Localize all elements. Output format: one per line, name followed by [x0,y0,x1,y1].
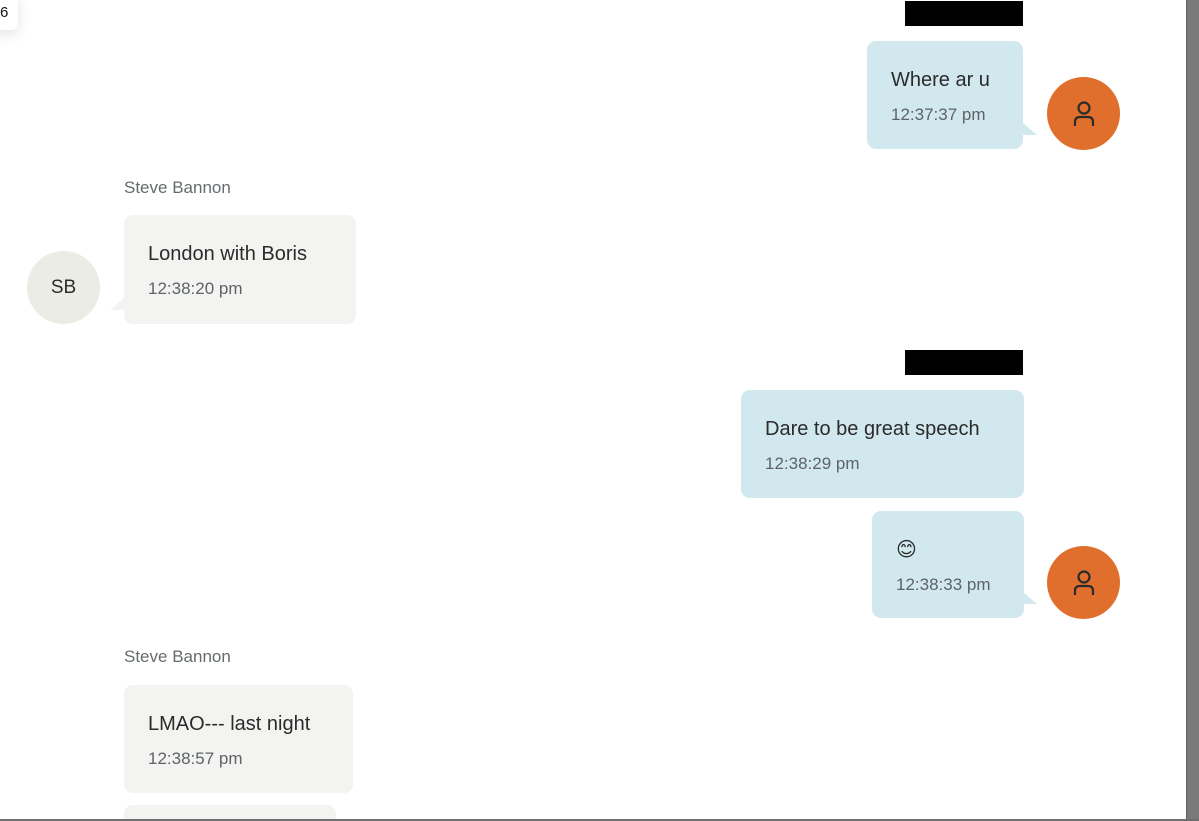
bubble-tail [1023,123,1037,135]
message-text: Dare to be great speech [765,418,980,440]
sender-name: Steve Bannon [124,647,231,666]
sender-name: Steve Bannon [124,178,231,197]
message-time: 12:37:37 pm [891,105,986,124]
my-avatar[interactable] [1047,77,1120,150]
my-avatar[interactable] [1047,546,1120,619]
message-time: 12:38:33 pm [896,575,991,594]
contact-avatar[interactable]: SB [27,251,100,324]
bubble-tail [1023,592,1037,604]
chat-pane: 6 Where ar u 12:37:37 pm Steve Bannon SB… [0,0,1186,819]
message-time: 12:38:57 pm [148,749,243,768]
message-text: LMAO--- last night [148,713,311,735]
message-time: 12:38:20 pm [148,279,243,298]
message-time: 12:38:29 pm [765,454,860,473]
message-bubble-incoming-partial[interactable] [124,805,336,819]
smile-emoji: 😊 [896,537,917,561]
message-bubble-outgoing[interactable]: Dare to be great speech 12:38:29 pm [741,390,1024,498]
bubble-tail [110,298,124,310]
redacted-sender-name [905,350,1023,375]
message-bubble-outgoing[interactable]: Where ar u 12:37:37 pm [867,41,1023,149]
person-icon [1073,570,1095,595]
person-icon [1073,101,1095,126]
message-text: Where ar u [891,69,990,91]
redacted-sender-name [905,1,1023,26]
message-text: London with Boris [148,243,307,265]
corner-badge: 6 [0,0,18,30]
message-bubble-incoming[interactable]: LMAO--- last night 12:38:57 pm [124,685,353,793]
scrollbar[interactable] [1186,0,1199,821]
message-bubble-incoming[interactable]: London with Boris 12:38:20 pm [124,215,356,324]
message-bubble-outgoing[interactable]: 😊 12:38:33 pm [872,511,1024,618]
